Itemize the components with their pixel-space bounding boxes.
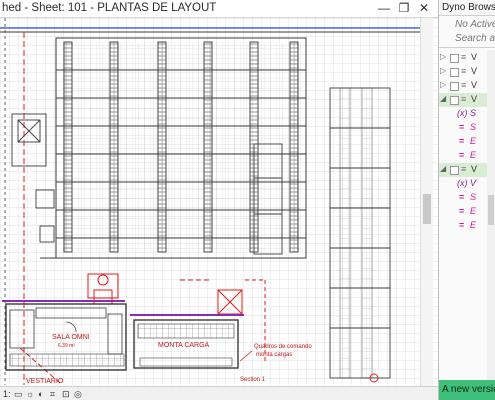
room-label-vestiario: VESTIARIO — [26, 378, 64, 385]
view-control-bar: 1: ▭ ☼ ◐ ⌗ ⊡ ◎ — [0, 386, 438, 400]
tree-row-label: E — [470, 136, 477, 146]
room-area-sala-omni: 6.39 m² — [58, 343, 75, 349]
detail-level-icon[interactable]: ▭ — [14, 389, 23, 399]
list-icon: ≡ — [461, 94, 467, 104]
tree-row-label: S — [470, 108, 477, 118]
tree-row-label: V — [471, 164, 478, 174]
room-label-monta-carga: MONTA CARGA — [158, 342, 210, 349]
title-bar: hed - Sheet: 101 - PLANTAS DE LAYOUT — ❐… — [0, 0, 438, 18]
scale-label[interactable]: 1: — [3, 389, 11, 399]
section-tag: Section 1 — [240, 377, 266, 383]
rack-block — [55, 37, 307, 259]
expand-chevron-icon[interactable]: ▷ — [440, 52, 446, 61]
equals-icon: = — [459, 206, 465, 216]
checkbox[interactable] — [450, 68, 459, 77]
variable-icon: (x) — [457, 108, 468, 118]
equals-icon: = — [459, 192, 465, 202]
list-icon: ≡ — [461, 80, 467, 90]
divider — [439, 15, 495, 16]
annotation-quadros: Quadros de comando — [254, 344, 312, 350]
tree-row-label: V — [471, 66, 478, 76]
tree-row-label: E — [470, 220, 477, 230]
minimize-button[interactable]: — — [374, 0, 394, 17]
tree-row-label: S — [470, 192, 477, 202]
checkbox[interactable] — [450, 82, 459, 91]
restore-button[interactable]: ❐ — [394, 0, 414, 17]
tree-row-label: E — [470, 206, 477, 216]
annotation-monta-cargas: monta cargas — [256, 352, 292, 358]
expand-chevron-icon[interactable]: ◢ — [440, 94, 446, 103]
tree-row-label: V — [470, 178, 477, 188]
lock-icon[interactable]: ⊡ — [62, 389, 70, 399]
checkbox[interactable] — [450, 166, 459, 175]
crop-icon[interactable]: ⌗ — [50, 389, 55, 399]
panel-scrollbar[interactable] — [487, 50, 495, 380]
variable-icon: (x) — [457, 178, 468, 188]
expand-chevron-icon[interactable]: ◢ — [440, 164, 446, 173]
panel-title: Dyno Browser — [442, 2, 495, 13]
shadows-icon[interactable]: ◐ — [38, 389, 43, 399]
tree-row-label: E — [470, 150, 477, 160]
window-title: hed - Sheet: 101 - PLANTAS DE LAYOUT — [2, 2, 217, 14]
sun-icon[interactable]: ☼ — [26, 389, 34, 399]
tree-row-label: V — [471, 52, 478, 62]
tree-row-label: V — [471, 94, 478, 104]
no-active-text: No Active — [455, 19, 495, 30]
expand-chevron-icon[interactable]: ▷ — [440, 66, 446, 75]
floor-plan-drawing: SALA OMNI 6.39 m² MONTA CARGA Quadros de… — [0, 18, 438, 385]
canvas-vertical-scrollbar[interactable] — [420, 18, 433, 386]
equals-icon: = — [459, 220, 465, 230]
equals-icon: = — [459, 150, 465, 160]
checkbox[interactable] — [450, 54, 459, 63]
checkbox[interactable] — [450, 96, 459, 105]
close-button[interactable]: ✕ — [414, 0, 434, 17]
canvas-scroll-thumb[interactable] — [423, 194, 431, 224]
room-label-sala-omni: SALA OMNI — [52, 334, 90, 341]
divider — [439, 47, 495, 48]
list-icon: ≡ — [461, 66, 467, 76]
hide-icon[interactable]: ◎ — [74, 389, 82, 399]
revit-window: hed - Sheet: 101 - PLANTAS DE LAYOUT — ❐… — [0, 0, 438, 400]
new-version-banner[interactable]: A new version — [439, 380, 495, 400]
tree-row-label: S — [470, 122, 477, 132]
search-input[interactable]: Search and — [455, 33, 495, 44]
dyno-browser-panel: Dyno Browser No Active Search and ▷≡V▷≡V… — [438, 0, 495, 400]
drawing-canvas[interactable]: SALA OMNI 6.39 m² MONTA CARGA Quadros de… — [0, 18, 438, 385]
panel-scroll-thumb[interactable] — [488, 195, 494, 225]
expand-chevron-icon[interactable]: ▷ — [440, 80, 446, 89]
equals-icon: = — [459, 122, 465, 132]
equals-icon: = — [459, 136, 465, 146]
list-icon: ≡ — [461, 52, 467, 62]
tree-row-label: V — [471, 80, 478, 90]
list-icon: ≡ — [461, 164, 467, 174]
